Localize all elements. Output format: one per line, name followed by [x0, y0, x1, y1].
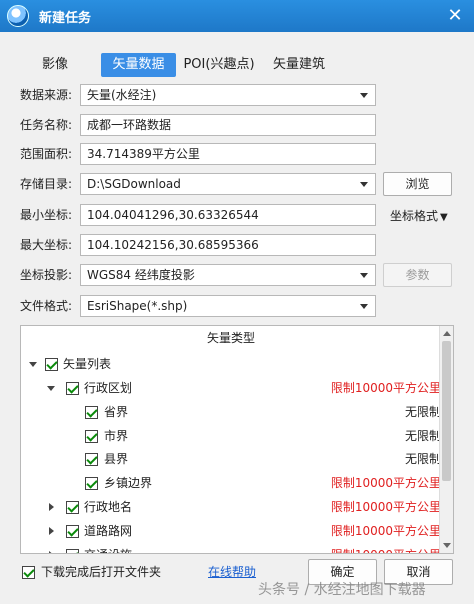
- min-coord-input[interactable]: 104.04041296,30.63326544: [80, 204, 376, 226]
- tree-node-label: 矢量列表: [63, 357, 112, 371]
- tree-node-label: 省界: [104, 405, 129, 419]
- checkbox-admin-division[interactable]: [66, 382, 79, 395]
- limit-text: 限制10000平方公里: [330, 476, 441, 490]
- limit-text: 无限制: [404, 429, 441, 443]
- browse-button[interactable]: 浏览: [383, 172, 452, 196]
- tab-poi[interactable]: POI(兴趣点): [180, 53, 258, 77]
- tree-node-label: 道路路网: [84, 524, 133, 538]
- tree-node-label: 交通设施: [84, 544, 132, 553]
- limit-text: 无限制: [404, 405, 441, 419]
- window-title: 新建任务: [39, 10, 92, 26]
- limit-text: 限制10000平方公里: [330, 500, 441, 514]
- caret-down-icon: ▼: [440, 212, 448, 223]
- checkbox-place-names[interactable]: [66, 501, 79, 514]
- tree-node-province: 省界 无限制: [21, 401, 441, 423]
- checkbox-county[interactable]: [85, 453, 98, 466]
- source-select[interactable]: 矢量(水经注): [80, 84, 376, 106]
- tab-vector-building[interactable]: 矢量建筑: [268, 53, 330, 77]
- checkbox-transport[interactable]: [66, 549, 79, 553]
- checkbox-township[interactable]: [85, 477, 98, 490]
- source-label: 数据来源:: [20, 88, 73, 102]
- coord-format-dropdown[interactable]: 坐标格式 ▼: [390, 208, 448, 226]
- close-icon[interactable]: ✕: [444, 5, 466, 27]
- storage-label: 存储目录:: [20, 177, 73, 191]
- open-folder-label: 下载完成后打开文件夹: [41, 565, 162, 579]
- checkbox-vector-list[interactable]: [45, 358, 58, 371]
- tree-node-place-names: 行政地名 限制10000平方公里: [21, 496, 441, 518]
- tab-bar: 影像 矢量数据 POI(兴趣点) 矢量建筑: [0, 53, 474, 77]
- app-globe-icon: [7, 5, 29, 27]
- checkbox-city[interactable]: [85, 430, 98, 443]
- tree-node-admin-division: 行政区划 限制10000平方公里: [21, 377, 441, 399]
- tab-vector-data[interactable]: 矢量数据: [101, 53, 176, 77]
- limit-text: 限制10000平方公里: [330, 381, 441, 395]
- tree-node-township: 乡镇边界 限制10000平方公里: [21, 472, 441, 494]
- tree-node-label: 市界: [104, 429, 129, 443]
- title-bar: 新建任务 ✕: [0, 0, 474, 32]
- tab-imagery[interactable]: 影像: [32, 53, 78, 77]
- params-button[interactable]: 参数: [383, 263, 452, 287]
- max-coord-input[interactable]: 104.10242156,30.68595366: [80, 234, 376, 256]
- projection-label: 坐标投影:: [20, 268, 73, 282]
- max-coord-label: 最大坐标:: [20, 238, 73, 252]
- tree-node-label: 行政地名: [84, 500, 133, 514]
- storage-select[interactable]: D:\SGDownload: [80, 173, 376, 195]
- projection-select[interactable]: WGS84 经纬度投影: [80, 264, 376, 286]
- limit-text: 限制10000平方公里: [331, 544, 441, 553]
- tree-node-county: 县界 无限制: [21, 448, 441, 470]
- area-label: 范围面积:: [20, 147, 73, 161]
- task-name-input[interactable]: 成都一环路数据: [80, 114, 376, 136]
- expand-right-icon[interactable]: [49, 551, 54, 553]
- tree-node-road-network: 道路路网 限制10000平方公里: [21, 520, 441, 542]
- tree-node-transport: 交通设施 限制10000平方公里: [21, 544, 441, 553]
- tree-node-vector-list: 矢量列表: [21, 353, 441, 375]
- tree-header: 矢量类型: [206, 331, 255, 345]
- limit-text: 无限制: [404, 452, 441, 466]
- limit-text: 限制10000平方公里: [330, 524, 441, 538]
- task-name-label: 任务名称:: [20, 118, 73, 132]
- expand-right-icon[interactable]: [49, 527, 54, 535]
- expand-down-icon[interactable]: [47, 386, 55, 391]
- expand-down-icon[interactable]: [29, 362, 37, 367]
- file-format-select[interactable]: EsriShape(*.shp): [80, 295, 376, 317]
- area-input[interactable]: 34.714389平方公里: [80, 143, 376, 165]
- tree-node-label: 乡镇边界: [104, 476, 153, 490]
- vector-type-tree: 矢量类型 矢量列表 行政区划 限制10000平方公里 省界 无限制 市界 无限制…: [20, 325, 454, 554]
- watermark-text: 头条号 / 水经注地图下载器: [258, 582, 426, 598]
- tree-scrollbar[interactable]: [439, 326, 453, 553]
- scroll-up-icon[interactable]: [443, 331, 451, 336]
- tree-node-label: 县界: [104, 452, 129, 466]
- expand-right-icon[interactable]: [49, 503, 54, 511]
- open-folder-checkbox[interactable]: [22, 566, 35, 579]
- checkbox-road-network[interactable]: [66, 525, 79, 538]
- file-format-label: 文件格式:: [20, 299, 73, 313]
- scroll-down-icon[interactable]: [443, 543, 451, 548]
- min-coord-label: 最小坐标:: [20, 208, 73, 222]
- checkbox-province[interactable]: [85, 406, 98, 419]
- tree-node-label: 行政区划: [84, 381, 133, 395]
- tree-node-city: 市界 无限制: [21, 425, 441, 447]
- online-help-link[interactable]: 在线帮助: [208, 564, 256, 580]
- scroll-thumb[interactable]: [442, 341, 451, 481]
- coord-format-label: 坐标格式: [390, 209, 439, 223]
